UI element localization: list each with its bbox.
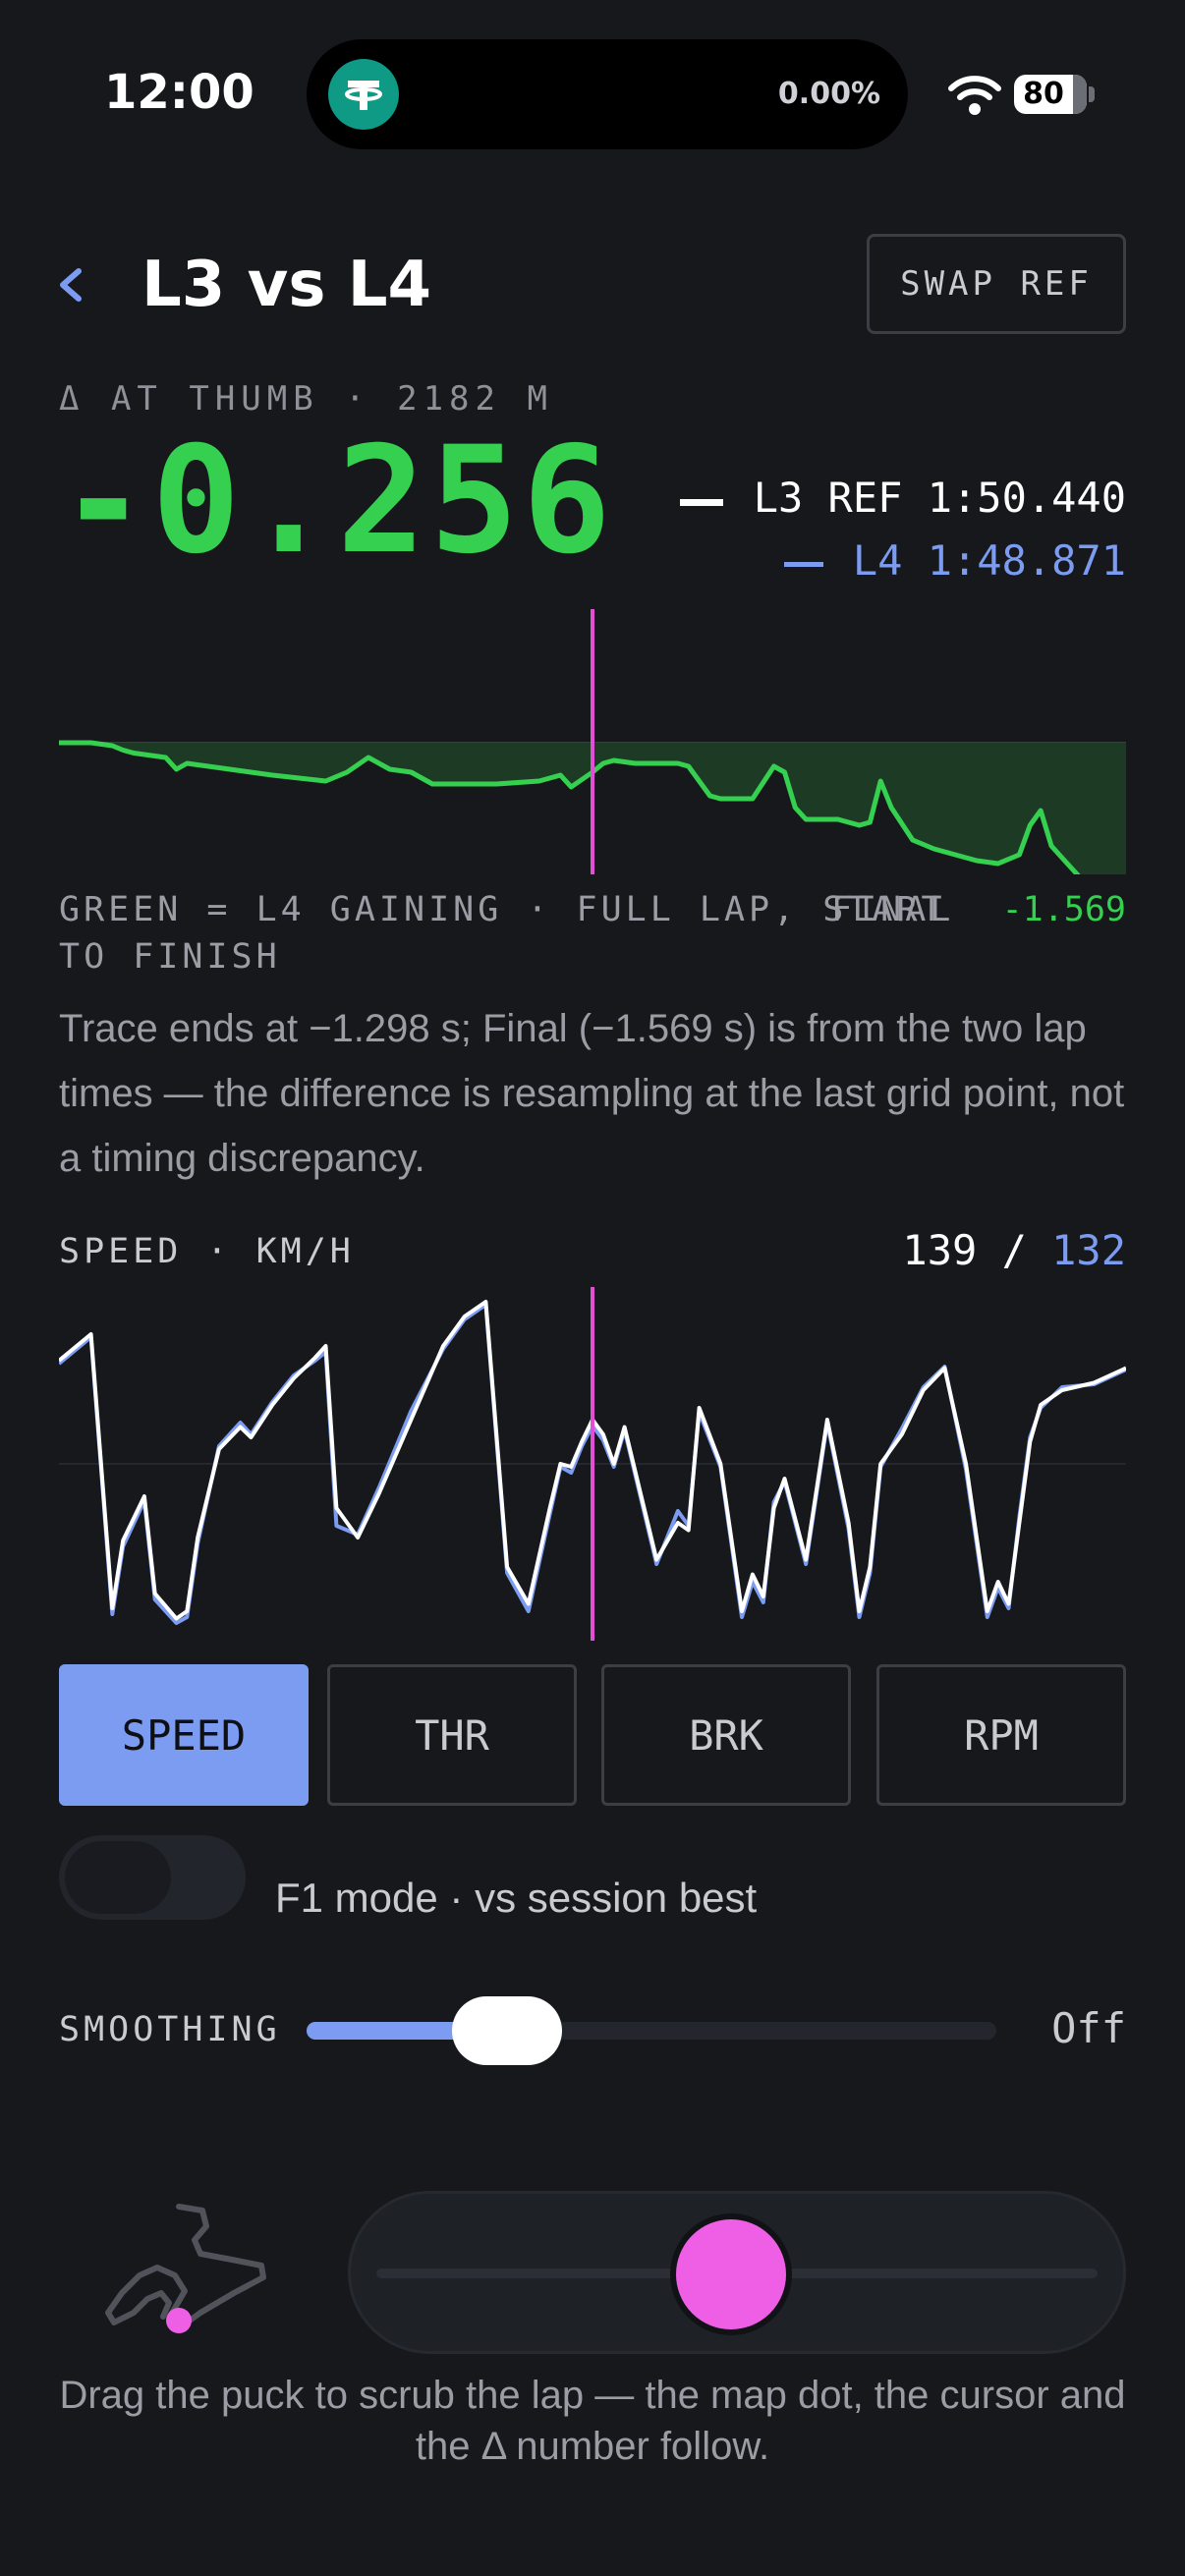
legend-ref-lap: L3 REF 1:50.440 [753, 474, 1126, 522]
smoothing-slider-track[interactable] [307, 2022, 996, 2040]
scrubber-puck[interactable] [669, 2213, 792, 2335]
channel-throttle-button[interactable]: THR [327, 1664, 577, 1806]
final-value: -1.569 [1001, 890, 1126, 929]
delta-chart[interactable] [59, 609, 1126, 874]
smoothing-value: Off [1051, 2004, 1126, 2052]
speed-label: SPEED · KM/H [59, 1232, 355, 1271]
track-map-icon [105, 2204, 266, 2333]
back-button[interactable] [51, 246, 100, 324]
swap-ref-button[interactable]: SWAP REF [867, 234, 1126, 334]
f1-mode-label: F1 mode · vs session best [275, 1875, 758, 1921]
speed-separator: / [977, 1226, 1052, 1274]
channel-rpm-button[interactable]: RPM [876, 1664, 1126, 1806]
toggle-knob [65, 1841, 171, 1914]
battery-cap [1089, 86, 1095, 102]
speed-readout: 139 / 132 [831, 1226, 1126, 1274]
speed-chart[interactable] [59, 1287, 1126, 1641]
page-title: L3 vs L4 [141, 249, 431, 321]
legend-compare-lap: L4 1:48.871 [852, 536, 1126, 585]
battery-level: 80 [1023, 77, 1064, 111]
chevron-left-icon [60, 268, 82, 302]
scrub-hint: Drag the puck to scrub the lap — the map… [59, 2374, 1126, 2468]
legend-ref-swatch [680, 499, 723, 506]
legend-compare-swatch [784, 562, 823, 567]
battery-indicator: 80 [1014, 75, 1087, 114]
track-map-dot [166, 2308, 192, 2333]
delta-note: GREEN = L4 GAINING · FULL LAP, START TO … [59, 890, 946, 977]
battery-empty-portion [1073, 75, 1087, 114]
trace-explanation: Trace ends at −1.298 s; Final (−1.569 s)… [59, 1007, 1125, 1180]
tether-icon [328, 59, 399, 130]
smoothing-slider-thumb[interactable] [451, 1996, 562, 2065]
wifi-icon [947, 73, 1002, 116]
status-time: 12:00 [104, 65, 254, 120]
channel-speed-button[interactable]: SPEED [59, 1664, 309, 1806]
island-percent: 0.00% [777, 77, 880, 111]
speed-ref-value: 139 [902, 1226, 978, 1274]
channel-brake-button[interactable]: BRK [601, 1664, 851, 1806]
final-label: FINAL [831, 890, 955, 929]
delta-value: -0.256 [59, 416, 615, 587]
smoothing-label: SMOOTHING [59, 2010, 281, 2049]
speed-compare-value: 132 [1051, 1226, 1126, 1274]
f1-mode-toggle[interactable] [59, 1835, 246, 1920]
lap-scrubber[interactable] [348, 2191, 1126, 2354]
dynamic-island: 0.00% [307, 39, 908, 149]
